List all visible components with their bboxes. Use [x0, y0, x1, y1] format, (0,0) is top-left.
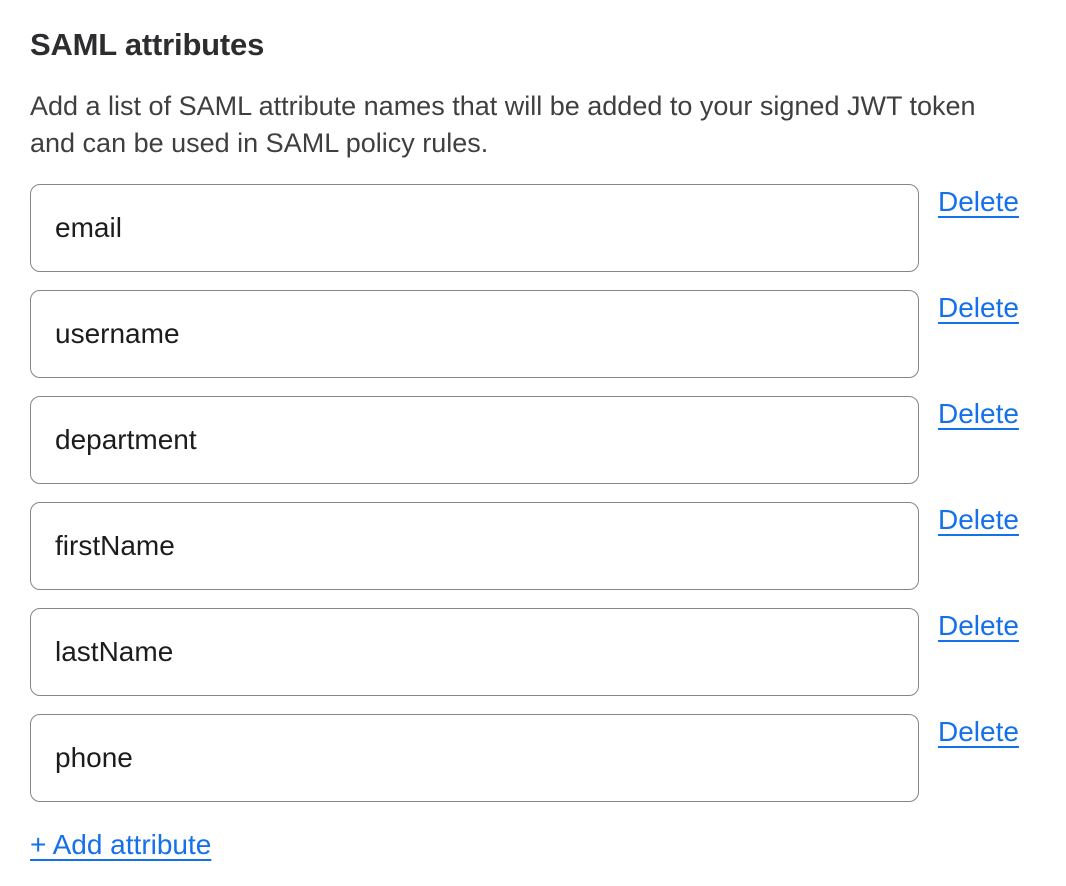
add-attribute-link[interactable]: + Add attribute [30, 827, 211, 863]
page-title: SAML attributes [30, 26, 1066, 64]
attribute-row: Delete [30, 714, 1066, 802]
attribute-row: Delete [30, 184, 1066, 272]
attribute-input-firstname[interactable] [30, 502, 919, 590]
delete-link[interactable]: Delete [938, 396, 1019, 432]
attribute-row: Delete [30, 396, 1066, 484]
attribute-input-email[interactable] [30, 184, 919, 272]
attribute-row: Delete [30, 608, 1066, 696]
attribute-input-phone[interactable] [30, 714, 919, 802]
attribute-input-department[interactable] [30, 396, 919, 484]
attribute-input-lastname[interactable] [30, 608, 919, 696]
delete-link[interactable]: Delete [938, 290, 1019, 326]
attribute-input-username[interactable] [30, 290, 919, 378]
section-description-line: and can be used in SAML policy rules. [30, 125, 1066, 162]
delete-link[interactable]: Delete [938, 184, 1019, 220]
attribute-row: Delete [30, 290, 1066, 378]
section-description-line: Add a list of SAML attribute names that … [30, 88, 1066, 125]
delete-link[interactable]: Delete [938, 502, 1019, 538]
delete-link[interactable]: Delete [938, 608, 1019, 644]
delete-link[interactable]: Delete [938, 714, 1019, 750]
attribute-list: Delete Delete Delete Delete Delete Delet… [30, 184, 1066, 802]
attribute-row: Delete [30, 502, 1066, 590]
section-description: Add a list of SAML attribute names that … [30, 88, 1066, 162]
saml-attributes-section: SAML attributes Add a list of SAML attri… [0, 0, 1066, 863]
